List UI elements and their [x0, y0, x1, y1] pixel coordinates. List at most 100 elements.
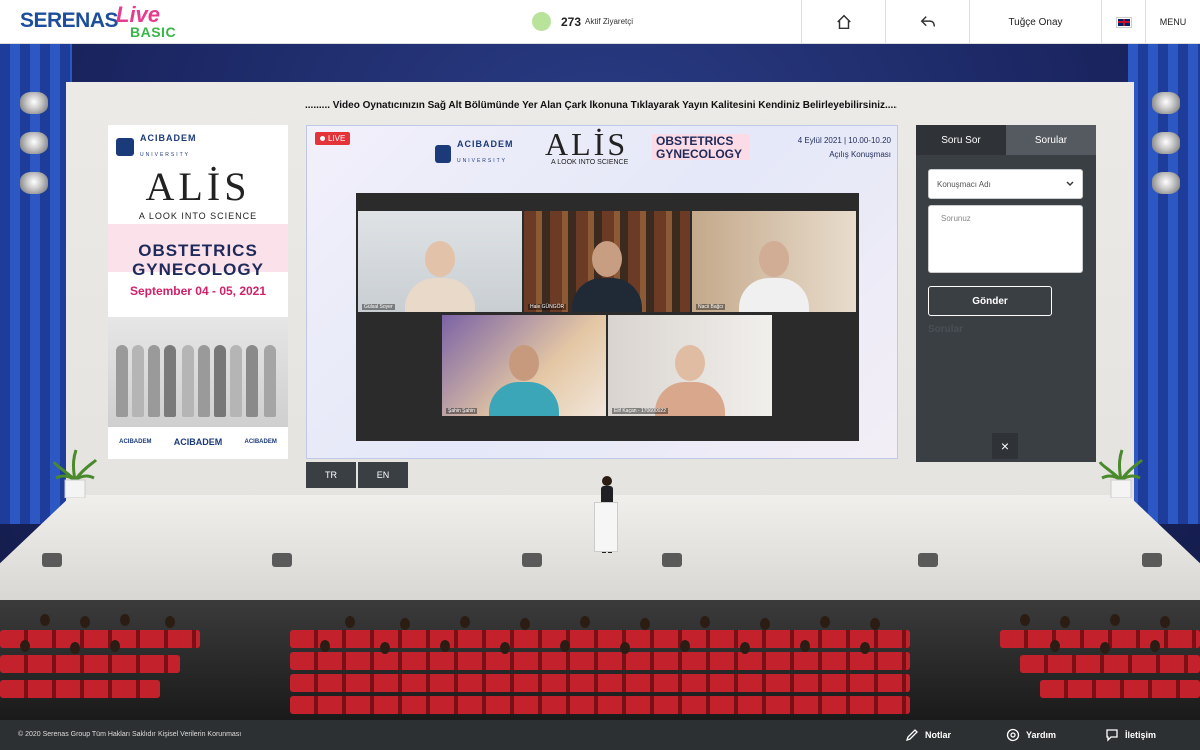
video-university-sub: UNIVERSITY	[457, 158, 508, 164]
seat-row	[1020, 655, 1200, 673]
speaker-select-value: Konuşmacı Adı	[937, 179, 991, 189]
top-bar: SERENAS Live BASIC 273 Aktif Ziyaretçi T…	[0, 0, 1200, 44]
live-dot-icon	[320, 136, 325, 141]
audience-member	[580, 616, 590, 628]
help-button[interactable]: Yardım	[1006, 720, 1056, 750]
video-player[interactable]: LIVE ACIBADEM UNIVERSITY ALİS A LOOK INT…	[306, 125, 898, 459]
poster-person-figure	[116, 345, 128, 417]
poster-footer-logo: ACIBADEM	[173, 437, 223, 447]
audience-member	[500, 642, 510, 654]
uk-flag-icon	[1115, 16, 1132, 28]
footer-bar: © 2020 Serenas Group Tüm Hakları Saklıdı…	[0, 720, 1200, 750]
poster-title: ALİS	[145, 164, 251, 209]
poster-person-figure	[246, 345, 258, 417]
seat-row	[290, 652, 910, 670]
audience-member	[1110, 614, 1120, 626]
poster-person-figure	[230, 345, 242, 417]
menu-button[interactable]: MENU	[1145, 0, 1200, 44]
contact-button[interactable]: İletişim	[1105, 720, 1156, 750]
poster-person-figure	[132, 345, 144, 417]
audience-member	[870, 618, 880, 630]
audience-member	[345, 616, 355, 628]
serenas-live-logo[interactable]: SERENAS Live BASIC	[20, 2, 176, 42]
poster-footer-logo: ACIBADEM	[119, 439, 152, 445]
question-tabs: Soru Sor Sorular	[916, 125, 1096, 155]
video-conference-grid: Gülsal Soyer Hale GÜNGÖR Nacii Bağcı Şah…	[356, 193, 859, 441]
poster-footer-logos: ACIBADEM ACIBADEM ACIBADEM	[108, 430, 288, 454]
podium	[594, 502, 618, 552]
pencil-icon	[905, 729, 918, 742]
participant-tile: Gülsal Soyer	[358, 211, 522, 312]
tab-ask-question[interactable]: Soru Sor	[916, 125, 1006, 155]
floor-spotlight-icon	[1142, 553, 1162, 567]
privacy-link[interactable]: Kişisel Verilerin Korunması	[158, 720, 241, 750]
audience-member	[860, 642, 870, 654]
audience-member	[380, 642, 390, 654]
visitor-label: Aktif Ziyaretçi	[585, 17, 634, 26]
participant-tile: Hale GÜNGÖR	[524, 211, 690, 312]
audience-member	[800, 640, 810, 652]
session-title: Açılış Konuşması	[829, 150, 891, 159]
video-subtitle: A LOOK INTO SCIENCE	[551, 159, 629, 166]
language-flag-button[interactable]	[1101, 0, 1145, 44]
video-university-name: ACIBADEM	[457, 139, 514, 149]
question-textarea[interactable]: Sorunuz	[928, 205, 1083, 273]
chat-icon	[1106, 729, 1118, 742]
user-name[interactable]: Tuğçe Onay	[969, 0, 1101, 44]
send-button[interactable]: Gönder	[928, 286, 1052, 316]
participant-tile: Elif Kaçan - 170600022	[608, 315, 772, 416]
help-icon	[1006, 728, 1020, 742]
audience-member	[1100, 642, 1110, 654]
back-icon	[920, 16, 935, 27]
audience-member	[1150, 640, 1160, 652]
audience-member	[110, 640, 120, 652]
audience-member	[1060, 616, 1070, 628]
stage-light-icon	[1152, 172, 1180, 194]
stage-light-icon	[20, 92, 48, 114]
tab-questions[interactable]: Sorular	[1006, 125, 1096, 155]
plant-icon	[52, 449, 98, 498]
poster-topic: OBSTETRICS GYNECOLOGY	[108, 241, 288, 279]
stage-light-icon	[20, 172, 48, 194]
close-panel-button[interactable]: ×	[992, 433, 1018, 459]
event-page: { "header": { "logo_main": "SERENAS", "l…	[0, 0, 1200, 750]
poster-university-sub: UNIVERSITY	[140, 151, 191, 158]
audience-member	[700, 616, 710, 628]
audience-member	[760, 618, 770, 630]
online-status-icon	[532, 12, 551, 31]
audience-member	[440, 640, 450, 652]
university-shield-icon	[116, 138, 134, 156]
poster-subtitle: A LOOK INTO SCIENCE	[138, 211, 258, 221]
audience-member	[40, 614, 50, 626]
chevron-down-icon	[1066, 181, 1074, 186]
audience-member	[20, 640, 30, 652]
participant-name: Gülsal Soyer	[362, 304, 395, 310]
audience-member	[460, 616, 470, 628]
back-button[interactable]	[885, 0, 969, 44]
audience-member	[560, 640, 570, 652]
audience-member	[1160, 616, 1170, 628]
speaker-select[interactable]: Konuşmacı Adı	[928, 169, 1083, 199]
notes-button[interactable]: Notlar	[905, 720, 951, 750]
plant-icon	[1098, 449, 1144, 498]
logo-text-basic: BASIC	[130, 24, 177, 40]
home-button[interactable]	[801, 0, 885, 44]
language-en-button[interactable]: EN	[358, 462, 408, 488]
seat-row	[0, 680, 160, 698]
seat-row	[0, 655, 180, 673]
audience-member	[820, 616, 830, 628]
language-tr-button[interactable]: TR	[306, 462, 356, 488]
audience-member	[80, 616, 90, 628]
stage-light-icon	[20, 132, 48, 154]
stage-light-icon	[1152, 92, 1180, 114]
audience-member	[400, 618, 410, 630]
video-topic: OBSTETRICS GYNECOLOGY	[652, 134, 750, 161]
participant-name: Elif Kaçan - 170600022	[612, 408, 668, 414]
audience-area	[0, 600, 1200, 720]
live-badge: LIVE	[315, 132, 351, 145]
participant-tile: Nacii Bağcı	[692, 211, 856, 312]
audience-member	[70, 642, 80, 654]
seat-row	[290, 674, 910, 692]
notes-label: Notlar	[925, 730, 952, 740]
poster-person-figure	[182, 345, 194, 417]
